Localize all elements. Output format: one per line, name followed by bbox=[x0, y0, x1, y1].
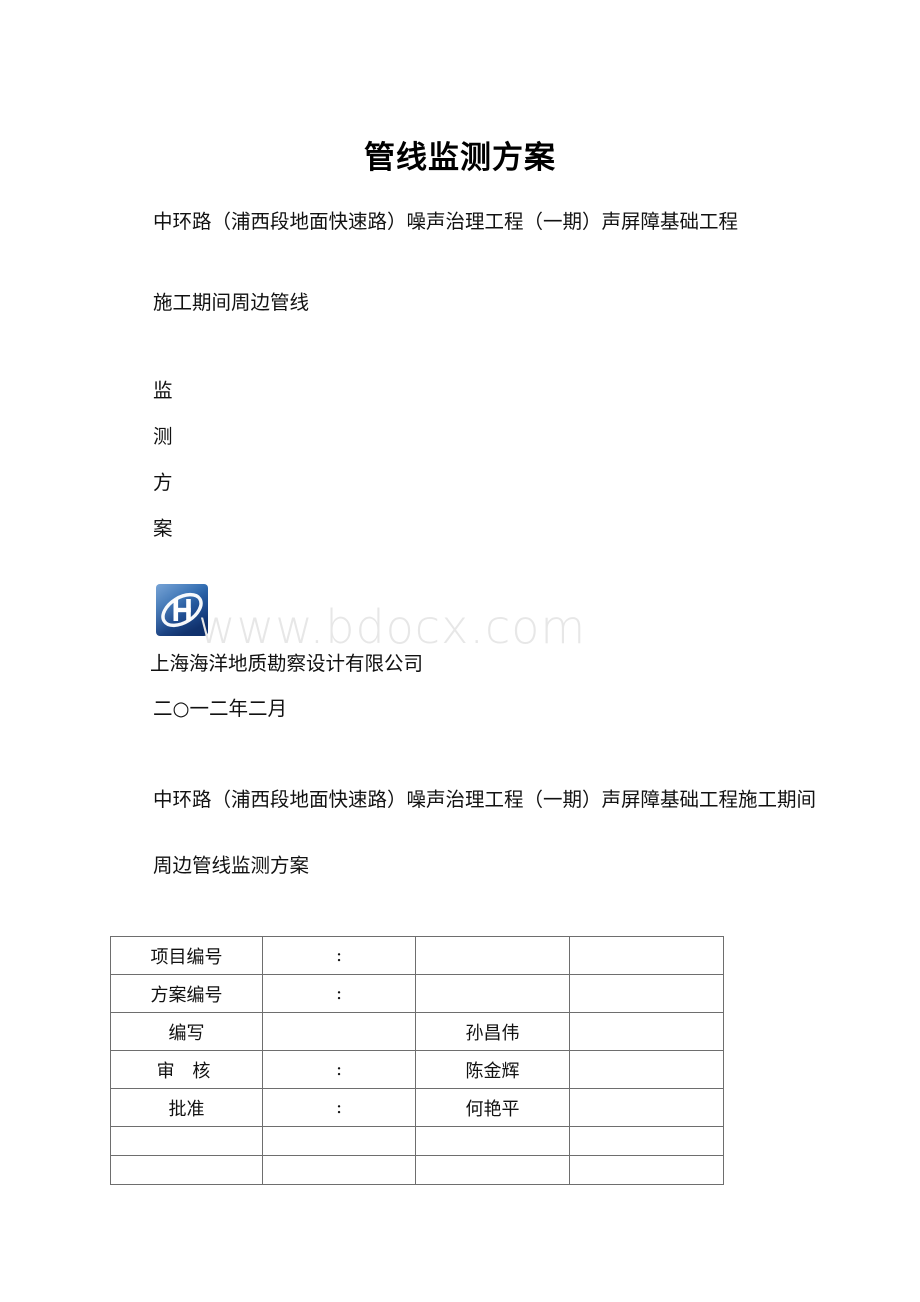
table-cell-blank bbox=[569, 936, 724, 975]
second-subtitle-text: 周边管线监测方案 bbox=[153, 854, 310, 877]
second-subtitle: 周边管线监测方案 bbox=[113, 850, 828, 882]
table-cell-name bbox=[415, 1155, 570, 1185]
vertical-title-char-1: 监 bbox=[153, 379, 173, 402]
table-cell-label: 批准 bbox=[110, 1088, 263, 1127]
table-row: 编写 孙昌伟 bbox=[110, 1012, 724, 1051]
cover-vertical-title: 监 测 方 案 bbox=[113, 368, 513, 552]
table-cell-colon: : bbox=[262, 1050, 416, 1089]
table-cell-colon bbox=[262, 1126, 416, 1156]
table-cell-name: 何艳平 bbox=[415, 1088, 570, 1127]
second-project-line: 中环路（浦西段地面快速路）噪声治理工程（一期）声屏障基础工程施工期间 bbox=[113, 784, 828, 816]
cover-project-line: 中环路（浦西段地面快速路）噪声治理工程（一期）声屏障基础工程 bbox=[113, 206, 828, 238]
vertical-title-char-3: 方 bbox=[153, 471, 173, 494]
document-page: 管线监测方案 中环路（浦西段地面快速路）噪声治理工程（一期）声屏障基础工程 施工… bbox=[0, 0, 920, 1302]
table-cell-blank bbox=[569, 1088, 724, 1127]
table-cell-colon bbox=[262, 1155, 416, 1185]
table-cell-blank bbox=[569, 1155, 724, 1185]
table-cell-colon: : bbox=[262, 974, 416, 1013]
table-row: 项目编号 : bbox=[110, 936, 724, 975]
table-cell-label: 项目编号 bbox=[110, 936, 263, 975]
signature-table: 项目编号 : 方案编号 : 编写 孙昌伟 审 核 : 陈金辉 批准: 何艳平 bbox=[110, 936, 724, 1185]
table-row bbox=[110, 1155, 724, 1185]
table-row bbox=[110, 1126, 724, 1156]
table-row: 批准 : 何艳平 bbox=[110, 1088, 724, 1127]
table-cell-label: 审 核 bbox=[110, 1050, 263, 1089]
watermark-text: www.bdocx.com bbox=[198, 600, 587, 654]
table-cell-name bbox=[415, 1126, 570, 1156]
table-cell-blank bbox=[569, 1050, 724, 1089]
company-name: 上海海洋地质勘察设计有限公司 bbox=[150, 652, 424, 675]
table-cell-colon: : bbox=[262, 1088, 416, 1127]
table-cell-colon bbox=[262, 1012, 416, 1051]
second-project-text: 中环路（浦西段地面快速路）噪声治理工程（一期）声屏障基础工程施工期间 bbox=[153, 788, 817, 811]
table-cell-blank bbox=[569, 974, 724, 1013]
cover-subtitle: 施工期间周边管线 bbox=[113, 287, 828, 319]
table-cell-name bbox=[415, 974, 570, 1013]
vertical-title-char-4: 案 bbox=[153, 517, 173, 540]
table-cell-blank bbox=[569, 1126, 724, 1156]
table-cell-blank bbox=[569, 1012, 724, 1051]
cover-project-text: 中环路（浦西段地面快速路）噪声治理工程（一期）声屏障基础工程 bbox=[153, 210, 739, 233]
table-cell-label: 编写 bbox=[110, 1012, 263, 1051]
table-cell-label bbox=[110, 1126, 263, 1156]
table-cell-label: 方案编号 bbox=[110, 974, 263, 1013]
table-row: 方案编号 : bbox=[110, 974, 724, 1013]
table-cell-colon: : bbox=[262, 936, 416, 975]
page-title: 管线监测方案 bbox=[364, 140, 556, 176]
vertical-title-char-2: 测 bbox=[153, 425, 173, 448]
cover-subtitle-text: 施工期间周边管线 bbox=[153, 291, 310, 314]
cover-date: 二○一二年二月 bbox=[153, 697, 288, 720]
table-cell-name: 孙昌伟 bbox=[415, 1012, 570, 1051]
table-cell-name bbox=[415, 936, 570, 975]
table-row: 审 核 : 陈金辉 bbox=[110, 1050, 724, 1089]
table-cell-name: 陈金辉 bbox=[415, 1050, 570, 1089]
table-cell-label bbox=[110, 1155, 263, 1185]
